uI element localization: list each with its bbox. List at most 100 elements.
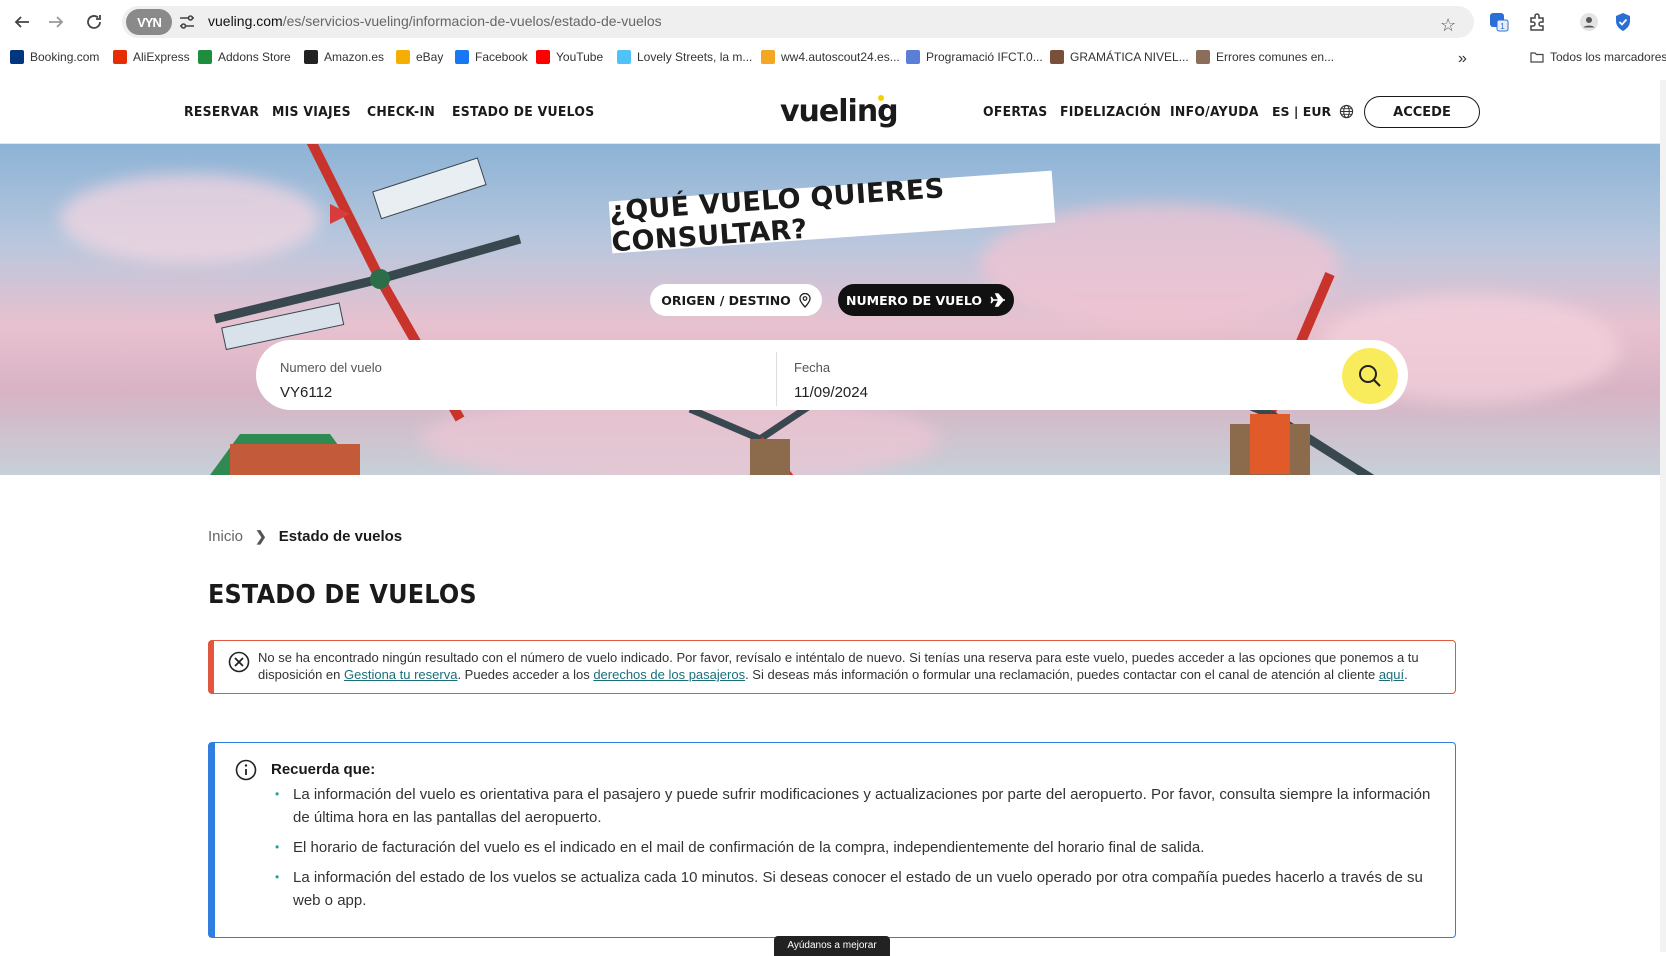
flight-search-form: Numero del vuelo VY6112 Fecha 11/09/2024 (256, 340, 1408, 410)
url-text[interactable]: vueling.com/es/servicios-vueling/informa… (208, 13, 662, 29)
nav-mis-viajes[interactable]: MIS VIAJES (272, 104, 351, 120)
bookmark-favicon-icon (455, 50, 469, 64)
bookmark-item[interactable]: Programació IFCT.0... (906, 50, 1043, 64)
page-scrollbar[interactable] (1660, 80, 1666, 952)
bookmark-label: ww4.autoscout24.es... (781, 50, 900, 64)
tab-flight-number-label: NUMERO DE VUELO (846, 292, 982, 308)
bookmark-label: Programació IFCT.0... (926, 50, 1043, 64)
svg-text:1: 1 (1500, 22, 1505, 31)
nav-fidelizacion[interactable]: FIDELIZACIÓN (1060, 104, 1161, 120)
logo-dot (878, 95, 884, 101)
hero-banner: ¿QUÉ VUELO QUIERES CONSULTAR? ORIGEN / D… (0, 144, 1666, 475)
search-button[interactable] (1342, 348, 1398, 404)
date-label: Fecha (794, 360, 831, 375)
bookmark-item[interactable]: Amazon.es (304, 50, 384, 64)
site-badge[interactable]: VYN (126, 9, 172, 35)
reload-icon[interactable] (82, 10, 106, 34)
bookmarks-overflow-button[interactable]: » (1458, 50, 1467, 68)
info-icon (235, 759, 257, 781)
forward-icon[interactable] (44, 10, 68, 34)
nav-reservar[interactable]: RESERVAR (184, 104, 259, 120)
bookmark-label: eBay (416, 50, 444, 64)
bookmark-label: Facebook (475, 50, 528, 64)
airplane-icon (990, 293, 1005, 307)
bookmark-favicon-icon (198, 50, 212, 64)
tab-origin-destination[interactable]: ORIGEN / DESTINO (650, 284, 822, 316)
bookmark-label: Errores comunes en... (1216, 50, 1335, 64)
customer-service-link[interactable]: aquí (1379, 667, 1404, 682)
bookmark-favicon-icon (617, 50, 631, 64)
date-input[interactable]: 11/09/2024 (794, 384, 868, 401)
bookmark-item[interactable]: AliExpress (113, 50, 190, 64)
feedback-tab[interactable]: Ayúdanos a mejorar (774, 936, 890, 956)
nav-estado-de-vuelos[interactable]: ESTADO DE VUELOS (452, 104, 594, 120)
flight-number-label: Numero del vuelo (280, 360, 382, 375)
bookmark-favicon-icon (536, 50, 550, 64)
tab-flight-number[interactable]: NUMERO DE VUELO (838, 284, 1014, 316)
language-selector[interactable]: ES | EUR (1272, 104, 1354, 119)
info-item: La información del vuelo es orientativa … (275, 783, 1435, 829)
bookmark-label: Addons Store (218, 50, 291, 64)
all-bookmarks-button[interactable]: Todos los marcadores (1530, 50, 1666, 64)
bookmark-favicon-icon (113, 50, 127, 64)
info-item: El horario de facturación del vuelo es e… (275, 836, 1435, 859)
bookmark-item[interactable]: Facebook (455, 50, 528, 64)
bookmark-item[interactable]: eBay (396, 50, 443, 64)
folder-icon (1530, 52, 1544, 63)
address-bar[interactable]: VYN vueling.com/es/servicios-vueling/inf… (122, 6, 1474, 38)
bookmark-label: Booking.com (30, 50, 100, 64)
bookmark-item[interactable]: Booking.com (10, 50, 99, 64)
breadcrumb-separator: ❯ (255, 528, 267, 544)
bookmark-favicon-icon (1196, 50, 1210, 64)
nav-check-in[interactable]: CHECK-IN (367, 104, 435, 120)
page-title: ESTADO DE VUELOS (208, 580, 477, 610)
info-notice: Recuerda que: La información del vuelo e… (208, 742, 1456, 938)
breadcrumb-current: Estado de vuelos (278, 528, 403, 545)
language-label: ES | EUR (1272, 104, 1332, 119)
bookmark-star-icon[interactable]: ☆ (1440, 15, 1456, 36)
info-list: La información del vuelo es orientativa … (275, 783, 1435, 919)
manage-booking-link[interactable]: Gestiona tu reserva (344, 667, 457, 682)
login-button[interactable]: ACCEDE (1364, 96, 1480, 128)
flight-number-input[interactable]: VY6112 (280, 384, 332, 401)
bookmark-favicon-icon (396, 50, 410, 64)
bookmark-favicon-icon (10, 50, 24, 64)
extensions-puzzle-icon[interactable] (1526, 11, 1548, 33)
bookmark-item[interactable]: ww4.autoscout24.es... (761, 50, 900, 64)
breadcrumb-home[interactable]: Inicio (208, 528, 243, 545)
error-message: No se ha encontrado ningún resultado con… (258, 650, 1419, 682)
bookmark-favicon-icon (304, 50, 318, 64)
shield-extension-icon[interactable] (1612, 11, 1634, 33)
error-alert: No se ha encontrado ningún resultado con… (208, 640, 1456, 694)
bookmark-item[interactable]: YouTube (536, 50, 603, 64)
browser-chrome: VYN vueling.com/es/servicios-vueling/inf… (0, 0, 1666, 80)
site-header: RESERVAR MIS VIAJES CHECK-IN ESTADO DE V… (0, 80, 1666, 144)
bookmark-label: Lovely Streets, la m... (637, 50, 753, 64)
bookmark-favicon-icon (906, 50, 920, 64)
back-icon[interactable] (10, 10, 34, 34)
bookmark-favicon-icon (1050, 50, 1064, 64)
bookmark-item[interactable]: Addons Store (198, 50, 291, 64)
search-icon (1359, 365, 1381, 387)
bookmark-label: GRAMÁTICA NIVEL... (1070, 50, 1189, 64)
nav-info-ayuda[interactable]: INFO/AYUDA (1170, 104, 1259, 120)
field-divider (776, 352, 777, 406)
site-settings-icon[interactable] (178, 13, 196, 31)
bookmark-favicon-icon (761, 50, 775, 64)
tab-origin-destination-label: ORIGEN / DESTINO (661, 292, 791, 308)
profile-avatar-icon[interactable] (1578, 11, 1600, 33)
bookmark-item[interactable]: GRAMÁTICA NIVEL... (1050, 50, 1189, 64)
nav-ofertas[interactable]: OFERTAS (983, 104, 1048, 120)
translate-extension-icon[interactable]: 1 (1488, 11, 1510, 33)
info-item: La información del estado de los vuelos … (275, 866, 1435, 912)
location-pin-icon (799, 292, 811, 308)
close-circle-icon (228, 651, 250, 673)
passenger-rights-link[interactable]: derechos de los pasajeros (593, 667, 745, 682)
info-title: Recuerda que: (271, 761, 376, 778)
globe-icon (1339, 104, 1354, 119)
bookmark-label: YouTube (556, 50, 604, 64)
breadcrumb: Inicio ❯ Estado de vuelos (208, 528, 402, 545)
bookmark-item[interactable]: Lovely Streets, la m... (617, 50, 752, 64)
bookmark-label: AliExpress (133, 50, 190, 64)
bookmark-item[interactable]: Errores comunes en... (1196, 50, 1334, 64)
